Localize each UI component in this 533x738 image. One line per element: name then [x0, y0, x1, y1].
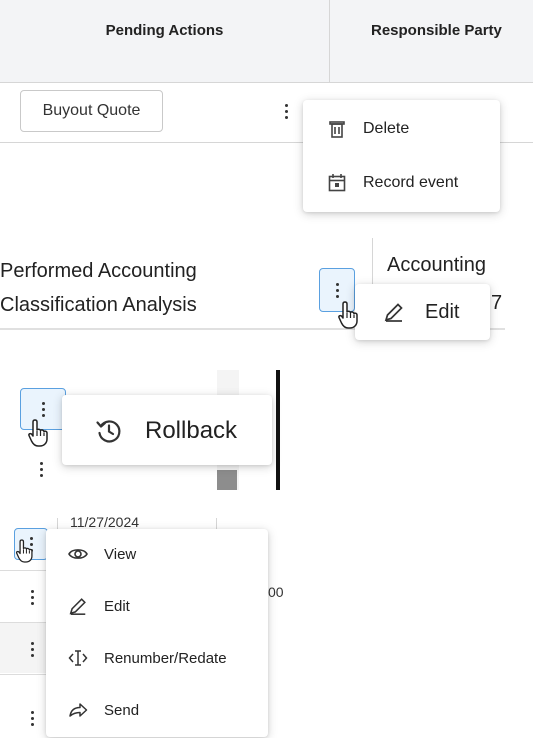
menu-item-label: Edit — [104, 597, 130, 615]
table-header — [0, 0, 533, 83]
trash-icon — [329, 121, 345, 138]
partial-text: 00 — [268, 584, 284, 600]
header-responsible-party[interactable]: Responsible Party — [371, 22, 502, 39]
kebab-menu-button[interactable] — [24, 704, 40, 732]
kebab-menu-button[interactable] — [24, 583, 40, 611]
partial-text: 7 — [491, 292, 503, 314]
menu-item-renumber-redate[interactable]: Renumber/Redate — [46, 641, 268, 675]
menu-item-delete[interactable]: Delete — [303, 112, 500, 146]
hand-pointer-cursor — [28, 419, 48, 447]
kebab-menu-button[interactable] — [278, 96, 294, 126]
menu-item-edit[interactable]: Edit — [355, 294, 490, 330]
menu-item-label: View — [104, 545, 137, 563]
menu-item-label: Record event — [363, 174, 459, 191]
context-menu: Edit — [355, 284, 490, 340]
panel-rollback: Rollback — [0, 370, 290, 495]
panel-edit-row: Performed Accounting Classification Anal… — [0, 238, 505, 344]
accounting-cell: Accounting — [387, 254, 486, 276]
menu-item-label: Send — [104, 701, 140, 719]
menu-item-label: Delete — [363, 120, 410, 137]
row-title: Performed Accounting Classification Anal… — [0, 254, 197, 322]
hand-pointer-cursor — [15, 539, 33, 563]
text-cursor-icon — [68, 650, 88, 666]
pencil-icon — [69, 598, 86, 615]
buyout-quote-button[interactable]: Buyout Quote — [20, 90, 163, 132]
context-menu: View Edit Renumber/Redate Send — [46, 529, 268, 737]
pencil-icon — [384, 303, 403, 322]
row-title-line-2: Classification Analysis — [0, 294, 197, 316]
panel-pending-actions: Pending Actions Responsible Party Buyout… — [0, 0, 533, 212]
kebab-menu-button[interactable] — [33, 454, 49, 484]
dark-block — [217, 470, 237, 490]
eye-icon — [68, 549, 88, 559]
menu-item-label: Edit — [425, 300, 460, 323]
row-title-line-1: Performed Accounting — [0, 260, 197, 282]
panel-document-actions: 11/27/2024 00 View Edit Renumber/Redate … — [0, 514, 300, 738]
menu-item-label: Renumber/Redate — [104, 649, 227, 667]
menu-item-view[interactable]: View — [46, 537, 268, 571]
context-menu: Rollback — [62, 395, 272, 465]
share-arrow-icon — [69, 703, 88, 717]
context-menu: Delete Record event — [303, 100, 500, 212]
history-icon — [96, 420, 121, 443]
header-pending-actions[interactable]: Pending Actions — [0, 22, 329, 39]
menu-item-rollback[interactable]: Rollback — [62, 411, 272, 451]
menu-item-send[interactable]: Send — [46, 693, 268, 727]
calendar-icon — [328, 174, 346, 192]
menu-item-edit[interactable]: Edit — [46, 589, 268, 623]
menu-item-record-event[interactable]: Record event — [303, 166, 500, 200]
vertical-scrollbar[interactable] — [276, 370, 280, 490]
hand-pointer-cursor — [338, 301, 358, 329]
date-cell: 11/27/2024 — [70, 514, 140, 530]
menu-item-label: Rollback — [145, 417, 238, 444]
kebab-menu-button[interactable] — [24, 635, 40, 663]
